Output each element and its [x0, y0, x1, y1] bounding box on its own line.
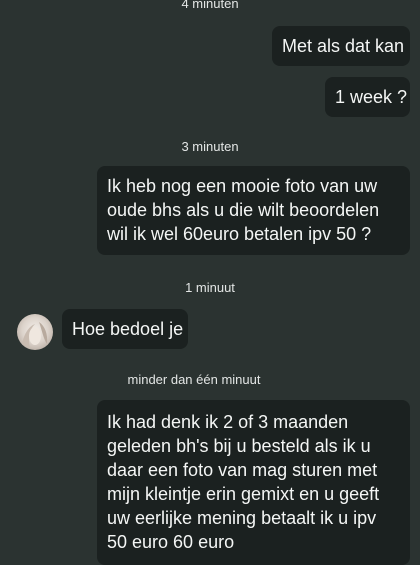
message-line: geleden bh's bij u besteld als ik u	[107, 436, 371, 456]
sent-message-bubble[interactable]: Met als dat kan	[272, 26, 410, 66]
contact-avatar[interactable]	[17, 314, 53, 350]
sent-message-bubble[interactable]: Ik had denk ik 2 of 3 maanden geleden bh…	[97, 400, 410, 565]
message-line: mijn kleintje erin gemixt en u geeft	[107, 484, 380, 504]
timestamp-4-minuten: 4 minuten	[181, 0, 239, 11]
received-message-bubble[interactable]: Hoe bedoel je	[62, 309, 188, 349]
message-text: 1 week ?	[335, 87, 408, 107]
avatar-photo-icon	[17, 314, 53, 350]
timestamp-3-minuten: 3 minuten	[181, 139, 239, 154]
timestamp-text: minder dan één minuut	[127, 372, 261, 387]
message-line: uw eerlijke mening betaalt ik u ipv	[107, 508, 377, 528]
timestamp-minder-dan-een-minuut: minder dan één minuut	[0, 372, 420, 387]
sent-message-bubble[interactable]: 1 week ?	[325, 77, 410, 117]
message-line: oude bhs als u die wilt beoordelen	[107, 200, 380, 220]
timestamp-1-minuut: 1 minuut	[185, 280, 235, 295]
message-text: Met als dat kan	[282, 36, 405, 56]
message-line: Ik heb nog een mooie foto van uw	[107, 176, 378, 196]
sent-message-bubble[interactable]: Ik heb nog een mooie foto van uw oude bh…	[97, 166, 410, 255]
message-line: Ik had denk ik 2 of 3 maanden	[107, 412, 349, 432]
message-line: 50 euro 60 euro	[107, 532, 235, 552]
message-line: daar een foto van mag sturen met	[107, 460, 378, 480]
message-text: Hoe bedoel je	[72, 319, 184, 339]
message-line: wil ik wel 60euro betalen ipv 50 ?	[107, 224, 372, 244]
